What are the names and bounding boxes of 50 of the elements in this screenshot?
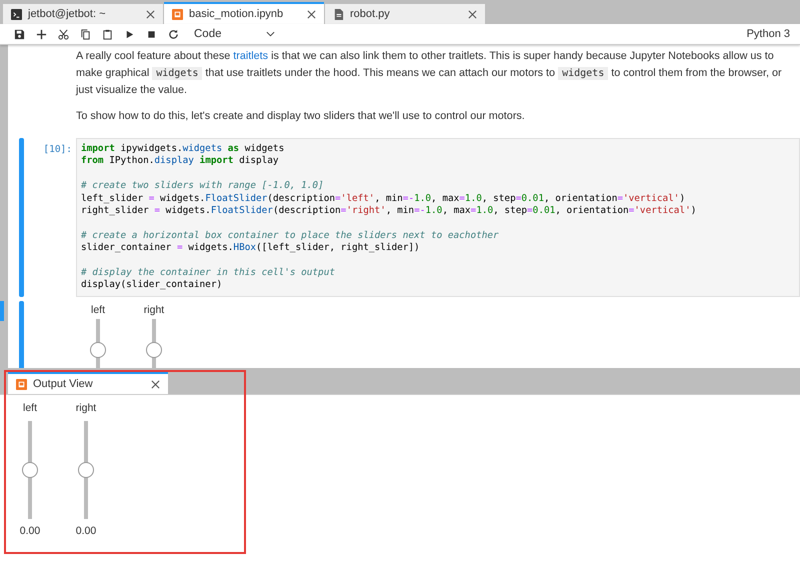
tab-label: jetbot@jetbot: ~	[28, 8, 106, 20]
editor-tab[interactable]: jetbot@jetbot: ~	[3, 4, 163, 24]
slider-thumb[interactable]	[78, 462, 94, 478]
cut-icon[interactable]	[58, 28, 69, 40]
editor-tab[interactable]: robot.py	[325, 4, 485, 24]
slider-label: right	[76, 401, 96, 415]
close-icon[interactable]	[468, 10, 477, 18]
slider-thumb[interactable]	[22, 462, 38, 478]
slider-value: 0.00	[76, 525, 96, 537]
markdown-paragraph: A really cool feature about these traitlets is that we can also link them to other traitlets. This is super handy because Jupyter Notebooks allow us to make graphical widgets that use traitlets under the hood. This means we can attach our motors to widgets to control them from the browser, or just visualize the value.	[76, 49, 783, 98]
code-line: display(slider_container)	[81, 279, 224, 292]
slider-thumb[interactable]	[146, 342, 162, 358]
file-icon	[333, 8, 344, 20]
close-icon[interactable]	[151, 380, 160, 388]
notebook-icon	[172, 8, 183, 20]
caret-icon	[266, 31, 274, 37]
code-line: # create a horizontal box container to place the sliders next to eachother	[81, 228, 500, 242]
slider-label: left	[90, 302, 105, 317]
markdown-paragraph: To show how to do this, let's create and display two sliders that we'll use to control our motors.	[76, 109, 526, 124]
tab-label: basic_motion.ipynb	[189, 8, 284, 20]
cell-type-dropdown[interactable]: Code	[190, 28, 278, 40]
tab-label: Output View	[33, 378, 93, 390]
slider-value: 0.00	[20, 525, 40, 537]
paste-icon[interactable]	[102, 28, 113, 40]
slider-thumb[interactable]	[90, 342, 106, 358]
code-line: from IPython.display import display	[81, 155, 280, 168]
close-icon[interactable]	[307, 10, 316, 18]
code-line: # create two sliders with range [-1.0, 1.0]	[81, 179, 325, 193]
run-icon[interactable]	[124, 28, 135, 40]
close-icon[interactable]	[146, 10, 155, 18]
tab-label: robot.py	[350, 8, 390, 20]
slider-label: left	[22, 401, 37, 415]
add-icon[interactable]	[36, 28, 47, 40]
cell-prompt: [10]:	[42, 143, 73, 155]
save-icon[interactable]	[14, 28, 25, 40]
output-view-tab[interactable]: Output View	[8, 372, 168, 394]
editor-tab[interactable]: basic_motion.ipynb	[164, 2, 324, 24]
slider-label: right	[144, 302, 164, 317]
stop-icon[interactable]	[146, 28, 157, 40]
notebook-icon	[16, 378, 27, 390]
restart-icon[interactable]	[168, 28, 179, 40]
code-editor[interactable]	[76, 138, 800, 297]
code-line: right_slider = widgets.FloatSlider(description='right', min=-1.0, max=1.0, step=0.01, orientation='vertical')	[81, 204, 698, 218]
kernel-name[interactable]: Python 3	[746, 28, 790, 40]
code-line: import ipywidgets.widgets as widgets	[81, 143, 286, 155]
code-line: slider_container = widgets.HBox([left_slider, right_slider])	[81, 242, 421, 255]
code-line: left_slider = widgets.FloatSlider(description='left', min=-1.0, max=1.0, step=0.01, orientation='vertical')	[81, 192, 686, 205]
copy-icon[interactable]	[80, 28, 91, 40]
terminal-icon	[11, 8, 22, 20]
code-line: # display the container in this cell's output	[81, 266, 336, 280]
